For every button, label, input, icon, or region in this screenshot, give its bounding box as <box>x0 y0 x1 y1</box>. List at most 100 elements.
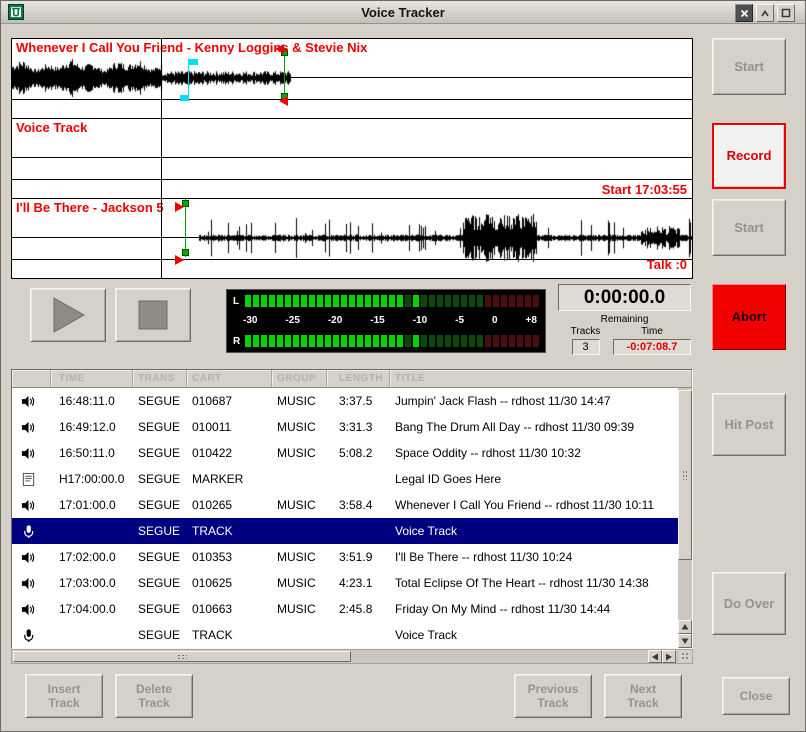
close-button[interactable]: Close <box>722 677 790 715</box>
log-row[interactable]: SEGUETRACKVoice Track <box>12 518 678 544</box>
remaining-time-value: -0:07:08.7 <box>613 339 691 355</box>
track-panel-voice[interactable]: Voice Track Start 17:03:55 <box>11 118 693 199</box>
end-marker-icon[interactable] <box>279 96 288 106</box>
stop-button[interactable] <box>115 288 191 342</box>
record-button[interactable]: Record <box>712 123 786 189</box>
log-header-title[interactable]: TITLE <box>390 370 692 387</box>
meter-segment <box>269 295 275 307</box>
scroll-left-button[interactable] <box>648 650 662 663</box>
scroll-right-button[interactable] <box>662 650 676 663</box>
shade-window-button[interactable] <box>756 4 774 22</box>
horizontal-scrollbar-thumb[interactable] <box>13 651 351 662</box>
log-cell-time: 17:02:00.0 <box>51 550 133 564</box>
log-row[interactable]: 17:02:00.0SEGUE010353MUSIC3:51.9I'll Be … <box>12 544 678 570</box>
log-header-length[interactable]: LENGTH <box>327 370 390 387</box>
resize-grip[interactable] <box>679 650 692 663</box>
grid-line <box>12 157 692 158</box>
do-over-button[interactable]: Do Over <box>712 572 786 635</box>
meter-segment <box>453 295 459 307</box>
meter-segment <box>429 295 435 307</box>
abort-button[interactable]: Abort <box>712 284 786 350</box>
hit-post-button[interactable]: Hit Post <box>712 393 786 456</box>
segue-marker-line[interactable] <box>284 51 285 99</box>
meter-segment <box>501 335 507 347</box>
log-header-cart[interactable]: CART <box>187 370 272 387</box>
log-cell-trans: SEGUE <box>133 576 187 590</box>
log-row[interactable]: 17:03:00.0SEGUE010625MUSIC4:23.1Total Ec… <box>12 570 678 596</box>
log-row[interactable]: 16:49:12.0SEGUE010011MUSIC3:31.3Bang The… <box>12 414 678 440</box>
window-title: Voice Tracker <box>1 5 805 20</box>
meter-segment <box>301 295 307 307</box>
play-button[interactable] <box>30 288 106 342</box>
meter-segment <box>533 335 539 347</box>
meter-segment <box>405 295 411 307</box>
log-header-group[interactable]: GROUP <box>272 370 327 387</box>
next-track-button[interactable]: Next Track <box>604 674 682 718</box>
meter-segment <box>517 335 523 347</box>
insert-track-button[interactable]: Insert Track <box>25 674 103 718</box>
meter-segment <box>309 335 315 347</box>
log-table: TIME TRANS CART GROUP LENGTH TITLE 16:48… <box>11 369 693 649</box>
horizontal-scrollbar[interactable] <box>11 649 693 664</box>
meter-segment <box>341 335 347 347</box>
log-cell-time: 16:49:12.0 <box>51 420 133 434</box>
start-track1-button[interactable]: Start <box>712 38 786 95</box>
track-panel-previous[interactable]: Whenever I Call You Friend - Kenny Loggi… <box>11 38 693 119</box>
vertical-scrollbar[interactable] <box>678 388 692 648</box>
log-row[interactable]: 16:50:11.0SEGUE010422MUSIC5:08.2Space Od… <box>12 440 678 466</box>
remaining-time-label: Time <box>613 326 691 337</box>
log-cell-trans: SEGUE <box>133 628 187 642</box>
grid-line <box>12 237 692 238</box>
grid-line <box>12 99 692 100</box>
track-panel-next[interactable]: I'll Be There - Jackson 5 Talk :0 <box>11 198 693 279</box>
log-header-icon-col[interactable] <box>12 370 51 387</box>
start-marker-icon[interactable] <box>175 202 184 212</box>
scroll-up-button[interactable] <box>678 620 692 634</box>
scroll-down-button[interactable] <box>678 634 692 648</box>
meter-segment <box>469 295 475 307</box>
log-cell-trans: SEGUE <box>133 602 187 616</box>
meter-segment <box>445 335 451 347</box>
delete-track-button[interactable]: Delete Track <box>115 674 193 718</box>
meter-segment <box>485 295 491 307</box>
grid-line <box>12 259 692 260</box>
meter-segment <box>277 335 283 347</box>
meter-segment <box>381 335 387 347</box>
maximize-window-button[interactable] <box>777 4 795 22</box>
log-row[interactable]: 17:01:00.0SEGUE010265MUSIC3:58.4Whenever… <box>12 492 678 518</box>
close-window-button[interactable] <box>735 4 753 22</box>
remaining-tracks-label: Tracks <box>558 326 613 337</box>
meter-segment <box>277 295 283 307</box>
titlebar[interactable]: Voice Tracker <box>1 1 805 24</box>
meter-segment <box>413 335 419 347</box>
meter-scale-label: -15 <box>370 315 384 326</box>
meter-segment <box>341 295 347 307</box>
talk-marker-handle[interactable] <box>180 95 189 101</box>
start-track3-button[interactable]: Start <box>712 199 786 256</box>
meter-segment <box>389 335 395 347</box>
play-icon <box>46 295 90 335</box>
vertical-scrollbar-thumb[interactable] <box>678 390 692 560</box>
log-body: 16:48:11.0SEGUE010687MUSIC3:37.5Jumpin' … <box>12 388 692 648</box>
meter-left-segments <box>245 295 541 307</box>
elapsed-time-display: 0:00:00.0 <box>558 284 691 311</box>
log-header-time[interactable]: TIME <box>51 370 133 387</box>
meter-segment <box>493 295 499 307</box>
log-cell-trans: SEGUE <box>133 446 187 460</box>
log-cell-group: MUSIC <box>272 576 327 590</box>
meter-segment <box>373 335 379 347</box>
log-cell-time: 17:04:00.0 <box>51 602 133 616</box>
log-row[interactable]: 17:04:00.0SEGUE010663MUSIC2:45.8Friday O… <box>12 596 678 622</box>
log-row[interactable]: SEGUETRACKVoice Track <box>12 622 678 648</box>
log-cell-cart: TRACK <box>187 524 272 538</box>
log-row[interactable]: 16:48:11.0SEGUE010687MUSIC3:37.5Jumpin' … <box>12 388 678 414</box>
log-header-trans[interactable]: TRANS <box>133 370 187 387</box>
start-marker-icon[interactable] <box>175 255 184 265</box>
remaining-panel: Remaining Tracks 3 Time -0:07:08.7 <box>558 314 691 362</box>
previous-track-button[interactable]: Previous Track <box>514 674 592 718</box>
talk-marker-handle[interactable] <box>189 59 198 65</box>
meter-segment <box>365 335 371 347</box>
thumb-grip-icon <box>682 470 688 480</box>
meter-segment <box>429 335 435 347</box>
log-row[interactable]: H17:00:00.0SEGUEMARKERLegal ID Goes Here <box>12 466 678 492</box>
